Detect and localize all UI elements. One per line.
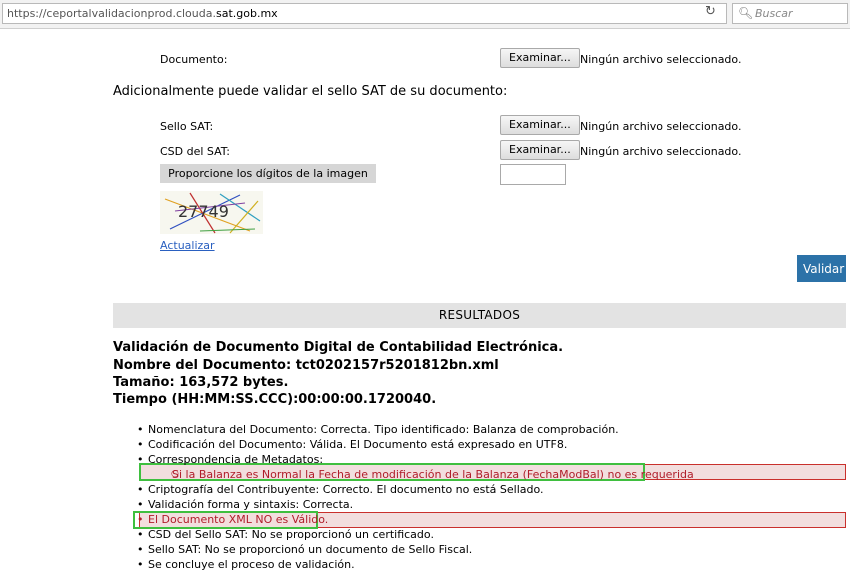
processing-time: Tiempo (HH:MM:SS.CCC):00:00:00.1720040. — [113, 392, 437, 407]
refresh-captcha-link[interactable]: Actualizar — [160, 239, 215, 252]
list-item-error: El Documento XML NO es Válido. — [137, 512, 850, 527]
browser-toolbar: https://ceportalvalidacionprod.clouda.sa… — [0, 0, 850, 29]
list-item: Criptografía del Contribuyente: Correcto… — [137, 482, 850, 497]
list-item: Validación forma y sintaxis: Correcta. — [137, 497, 850, 512]
search-icon: 🔍︎ — [738, 6, 754, 20]
additional-heading: Adicionalmente puede validar el sello SA… — [113, 84, 508, 99]
sello-file-status: Ningún archivo seleccionado. — [580, 120, 742, 133]
csd-browse-button[interactable]: Examinar... — [500, 140, 580, 160]
documento-browse-button[interactable]: Examinar... — [500, 48, 580, 68]
search-placeholder: Buscar — [755, 7, 793, 20]
documento-file-status: Ningún archivo seleccionado. — [580, 53, 742, 66]
csd-file-status: Ningún archivo seleccionado. — [580, 145, 742, 158]
list-item: Correspondencia de Metadatos: — [137, 452, 850, 467]
list-item-error: Si la Balanza es Normal la Fecha de modi… — [137, 467, 850, 482]
results-header: RESULTADOS — [113, 303, 846, 328]
list-item: CSD del Sello SAT: No se proporcionó un … — [137, 527, 850, 542]
search-input[interactable]: 🔍︎ Buscar — [732, 3, 848, 24]
list-item: Codificación del Documento: Válida. El D… — [137, 437, 850, 452]
results-list: Nomenclatura del Documento: Correcta. Ti… — [137, 422, 850, 572]
sello-browse-button[interactable]: Examinar... — [500, 115, 580, 135]
list-item: Sello SAT: No se proporcionó un document… — [137, 542, 850, 557]
sello-label: Sello SAT: — [160, 120, 214, 133]
documento-label: Documento: — [160, 53, 228, 66]
document-size: Tamaño: 163,572 bytes. — [113, 375, 289, 390]
url-domain: sat.gob.mx — [215, 7, 278, 20]
captcha-input[interactable] — [500, 164, 566, 185]
list-item: Nomenclatura del Documento: Correcta. Ti… — [137, 422, 850, 437]
url-prefix: https://ceportalvalidacionprod.clouda. — [7, 7, 216, 20]
captcha-prompt: Proporcione los dígitos de la imagen — [160, 164, 376, 183]
list-item: Se concluye el proceso de validación. — [137, 557, 850, 572]
reload-icon[interactable]: ↻ — [705, 4, 716, 19]
csd-label: CSD del SAT: — [160, 145, 231, 158]
captcha-digits: 27749 — [178, 202, 229, 221]
document-name: Nombre del Documento: tct0202157r5201812… — [113, 358, 499, 373]
results-title: Validación de Documento Digital de Conta… — [113, 340, 564, 355]
address-bar[interactable]: https://ceportalvalidacionprod.clouda.sa… — [2, 3, 727, 24]
validar-button[interactable]: Validar — [797, 255, 846, 282]
captcha-image: 27749 — [160, 191, 263, 234]
